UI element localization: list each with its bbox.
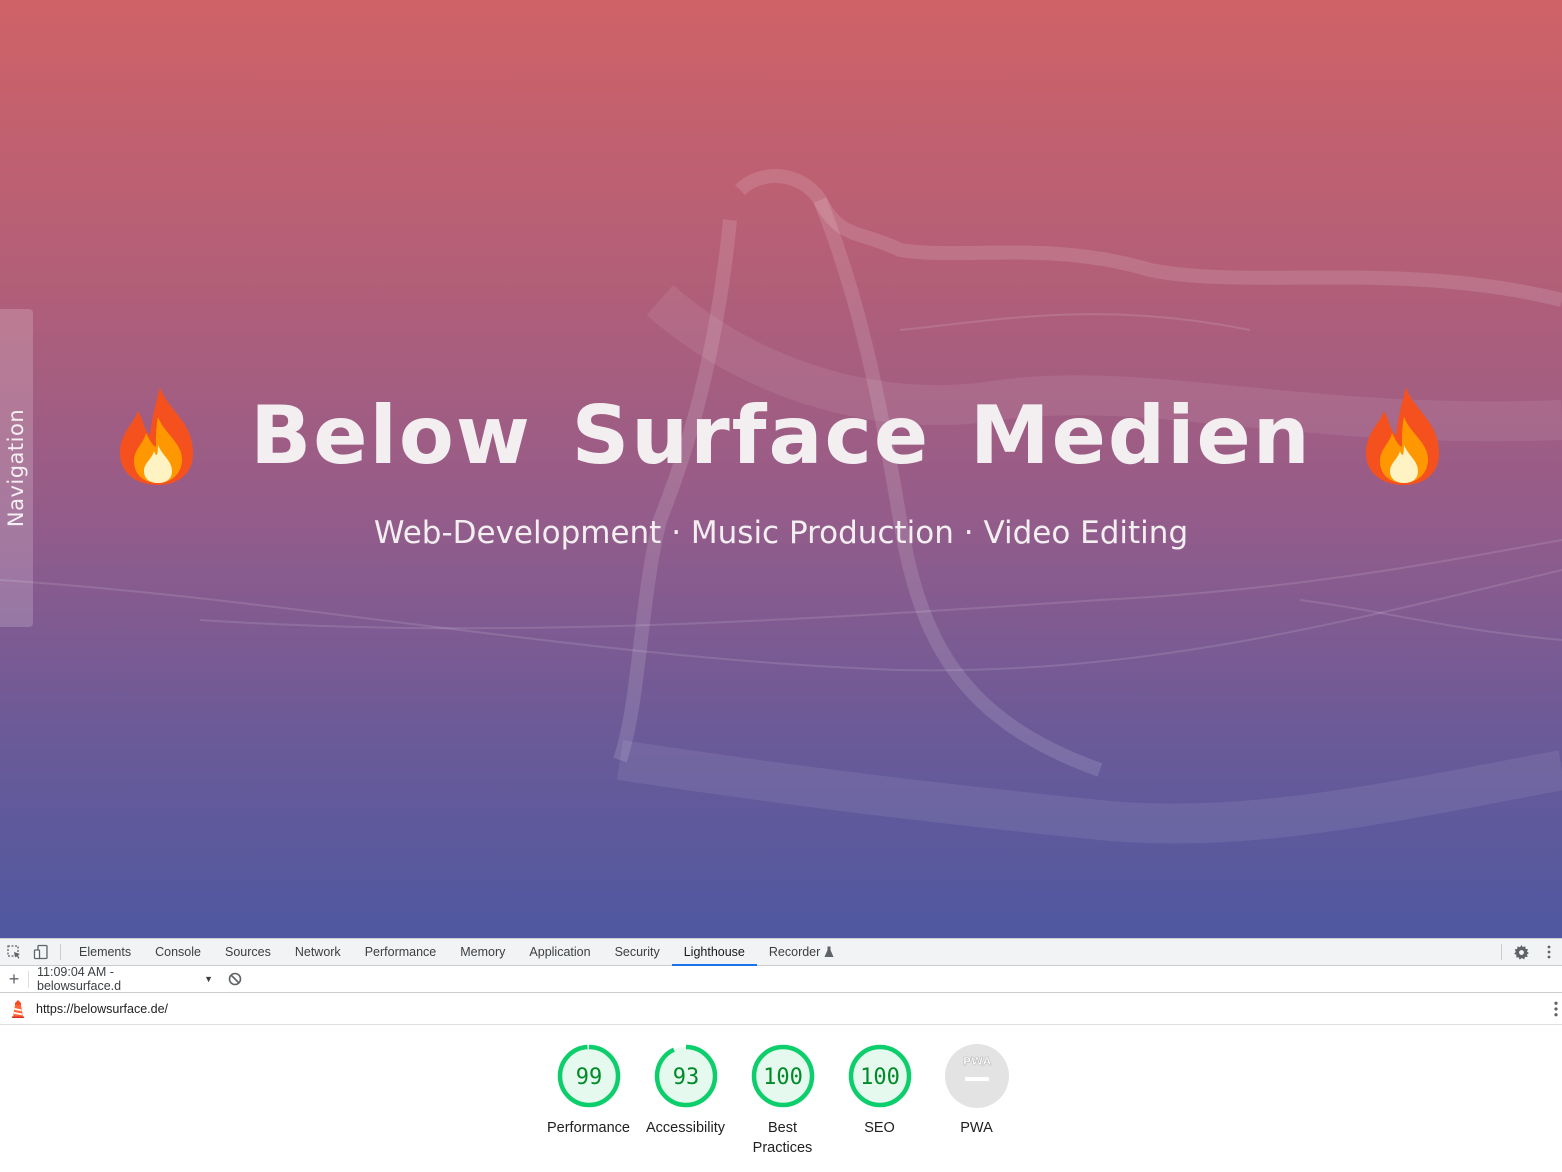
settings-gear-icon[interactable] xyxy=(1508,939,1535,966)
fire-emoji-icon xyxy=(120,387,194,485)
tab-application[interactable]: Application xyxy=(517,939,602,965)
tab-elements[interactable]: Elements xyxy=(67,939,143,965)
tab-console[interactable]: Console xyxy=(143,939,213,965)
score-value: 100 xyxy=(860,1065,900,1090)
devtools-tabs: Elements Console Sources Network Perform… xyxy=(67,939,846,966)
new-report-plus-icon[interactable]: + xyxy=(0,966,28,993)
devtools-panel: Elements Console Sources Network Perform… xyxy=(0,938,1562,1172)
score-label: Accessibility xyxy=(646,1120,725,1136)
device-toolbar-icon[interactable] xyxy=(27,939,54,966)
tab-lighthouse[interactable]: Lighthouse xyxy=(671,939,758,966)
score-label: SEO xyxy=(864,1120,895,1136)
lighthouse-scores: 99 Performance 93 Accessibility 100 Best… xyxy=(540,1043,1025,1158)
tab-network[interactable]: Network xyxy=(283,939,353,965)
report-url-link[interactable]: https://belowsurface.de/ xyxy=(36,1002,168,1016)
clear-reports-icon[interactable] xyxy=(225,969,245,989)
score-value: 99 xyxy=(575,1065,602,1090)
more-options-icon[interactable] xyxy=(1535,939,1562,966)
dropdown-caret-icon: ▼ xyxy=(204,974,213,984)
score-gauge-pwa[interactable]: PWA PWA xyxy=(928,1043,1025,1158)
gauge-ring: 93 xyxy=(654,1044,717,1108)
pwa-badge-text: PWA xyxy=(962,1055,991,1068)
page-title: Below Surface Medien xyxy=(250,388,1312,482)
tab-security[interactable]: Security xyxy=(603,939,672,965)
report-menu-icon[interactable] xyxy=(1552,1001,1560,1017)
report-timestamp: 11:09:04 AM - belowsurface.d xyxy=(37,965,122,993)
devtools-tabbar: Elements Console Sources Network Perform… xyxy=(0,938,1562,966)
gauge-ring: 99 xyxy=(557,1044,620,1108)
tab-recorder[interactable]: Recorder xyxy=(757,939,846,965)
fire-emoji-icon xyxy=(1365,387,1439,485)
toolbar-divider xyxy=(60,944,61,960)
inspect-element-icon[interactable] xyxy=(0,939,27,966)
tab-performance[interactable]: Performance xyxy=(353,939,449,965)
score-value: 100 xyxy=(763,1065,803,1090)
toolbar-divider xyxy=(1501,944,1502,960)
tab-recorder-label: Recorder xyxy=(768,945,821,959)
score-label: Performance xyxy=(546,1120,630,1136)
pwa-badge-icon: PWA xyxy=(944,1044,1009,1108)
lighthouse-toolbar: + 11:09:04 AM - belowsurface.d ▼ xyxy=(0,965,1562,993)
tab-sources[interactable]: Sources xyxy=(213,939,283,965)
tab-memory[interactable]: Memory xyxy=(448,939,517,965)
devtools-right-controls xyxy=(1495,939,1562,965)
score-gauge-seo[interactable]: 100 SEO xyxy=(831,1043,928,1158)
hero-section: Navigation Below Surface Medien Web-Deve… xyxy=(0,0,1562,938)
score-value: 93 xyxy=(672,1065,699,1090)
gauge-ring: 100 xyxy=(751,1044,814,1108)
score-gauge-accessibility[interactable]: 93 Accessibility xyxy=(637,1043,734,1158)
report-url-bar: https://belowsurface.de/ xyxy=(0,993,1562,1025)
lighthouse-logo-icon xyxy=(0,999,36,1018)
hero-subtitle: Web-Development · Music Production · Vid… xyxy=(373,515,1189,551)
experiment-flask-icon xyxy=(824,946,834,957)
gauge-ring: 100 xyxy=(848,1044,911,1108)
score-gauge-performance[interactable]: 99 Performance xyxy=(540,1043,637,1158)
report-selector[interactable]: 11:09:04 AM - belowsurface.d ▼ xyxy=(28,965,213,993)
score-label: PWA xyxy=(960,1120,993,1136)
hero-title-row: Below Surface Medien xyxy=(0,380,1562,490)
score-gauge-best-practices[interactable]: 100 Best Practices xyxy=(734,1043,831,1158)
score-label: Best Practices xyxy=(752,1120,813,1156)
